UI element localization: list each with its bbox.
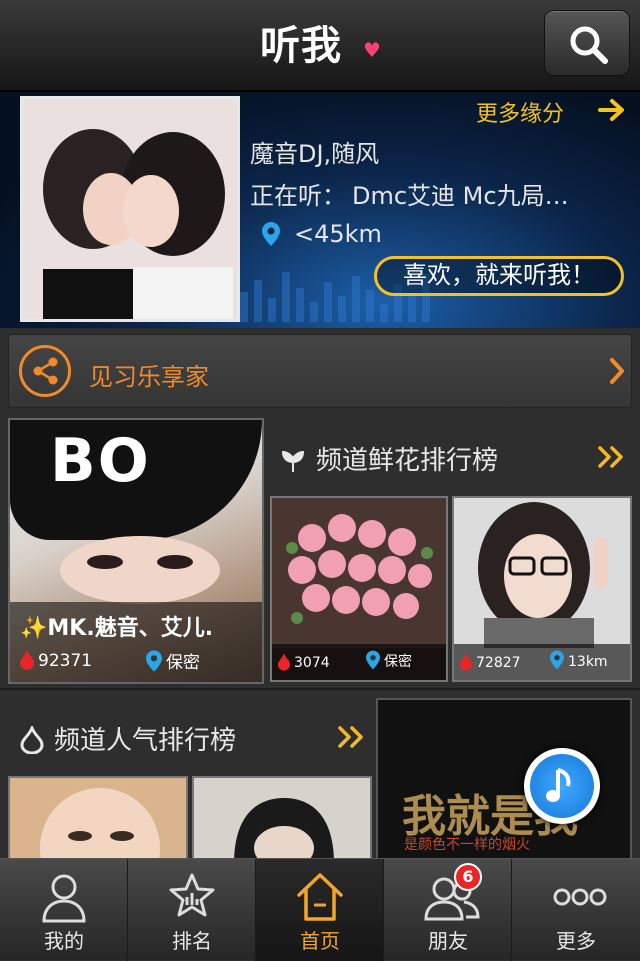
distance: <45km	[262, 220, 382, 248]
photo-placeholder	[454, 498, 630, 648]
flame-icon	[278, 653, 290, 671]
flower-ranking-title: 频道鲜花排行榜	[280, 440, 498, 477]
tab-mine[interactable]: 我的	[0, 859, 128, 961]
music-note-icon	[546, 768, 571, 802]
photo-placeholder	[10, 778, 186, 864]
popularity-ranking-title: 频道人气排行榜	[20, 720, 236, 757]
section-divider	[0, 688, 640, 690]
thumb-info: 3074 保密	[272, 644, 446, 680]
music-player-button[interactable]	[524, 748, 600, 824]
share-icon	[19, 345, 71, 397]
recommendation-banner[interactable]: 更多缘分 魔音DJ,随风 正在听： Dmc艾迪 Mc九局… <45km 喜欢，就来…	[0, 92, 640, 328]
flame-icon	[20, 650, 34, 670]
now-playing-track: Dmc艾迪 Mc九局…	[352, 182, 569, 210]
flower-icon	[281, 450, 305, 472]
thumb-info: 72827 13km	[454, 644, 630, 680]
user-location: 13km	[550, 650, 608, 671]
search-icon	[570, 26, 608, 64]
ranking-thumb-1[interactable]: 3074 保密	[270, 496, 448, 682]
arrow-right-icon[interactable]	[598, 98, 628, 122]
tab-friends[interactable]: 6 朋友	[384, 859, 512, 961]
tab-home[interactable]: 首页	[256, 859, 384, 961]
photo-placeholder	[272, 498, 446, 648]
bottom-tab-bar: 我的 排名 首页 6 朋友 更多	[0, 858, 640, 961]
double-chevron-right-icon[interactable]	[338, 726, 366, 748]
notification-badge: 6	[454, 863, 482, 891]
user-photo[interactable]	[20, 96, 240, 322]
dj-name: 魔音DJ,随风	[250, 140, 380, 168]
drop-icon	[20, 723, 44, 755]
double-chevron-right-icon[interactable]	[598, 446, 626, 468]
more-matches-link[interactable]: 更多缘分	[476, 96, 564, 128]
location-pin-icon	[262, 222, 280, 246]
flower-count: 3074	[278, 652, 330, 672]
popularity-thumb-1[interactable]	[8, 776, 188, 866]
search-button[interactable]	[544, 10, 630, 76]
popularity-thumb-2[interactable]	[192, 776, 372, 866]
chevron-right-icon	[610, 358, 624, 384]
tab-ranking[interactable]: 排名	[128, 859, 256, 961]
star-icon	[169, 873, 215, 917]
share-row[interactable]: 见习乐享家	[8, 334, 632, 408]
app-logo: 听我 ♥	[260, 18, 381, 74]
location-pin-icon	[366, 650, 380, 670]
flower-count: 92371	[20, 650, 92, 671]
photo-placeholder	[194, 778, 370, 864]
photo-placeholder: BO	[10, 420, 262, 540]
flame-icon	[460, 653, 472, 671]
more-icon	[553, 888, 607, 906]
ranking-thumb-2[interactable]: 72827 13km	[452, 496, 632, 682]
person-icon	[42, 874, 86, 923]
flower-count: 72827	[460, 652, 521, 672]
heart-icon: ♥	[363, 38, 382, 62]
home-icon	[297, 873, 343, 921]
photo-placeholder	[23, 99, 237, 319]
promo-subtext: 是颜色不一样的烟火	[404, 837, 530, 853]
featured-user-info: ✨MK.魅音、艾儿. 92371 保密	[10, 602, 262, 682]
top-header: 听我 ♥	[0, 0, 640, 92]
slogan-button[interactable]: 喜欢，就来听我！	[374, 256, 624, 296]
location-pin-icon	[146, 650, 162, 672]
now-playing: 正在听： Dmc艾迪 Mc九局…	[250, 176, 620, 211]
user-location: 保密	[366, 650, 412, 671]
tab-more[interactable]: 更多	[512, 859, 640, 961]
photo-detail	[60, 536, 220, 604]
share-label: 见习乐享家	[89, 363, 209, 391]
distance-value: <45km	[294, 220, 382, 248]
user-location: 保密	[146, 648, 200, 673]
location-pin-icon	[550, 650, 564, 670]
now-playing-label: 正在听：	[250, 182, 346, 210]
promo-card[interactable]: 我就是我 是颜色不一样的烟火	[376, 698, 632, 868]
featured-user-card[interactable]: BO ✨MK.魅音、艾儿. 92371 保密	[8, 418, 264, 684]
featured-user-name: ✨MK.魅音、艾儿.	[20, 616, 214, 641]
